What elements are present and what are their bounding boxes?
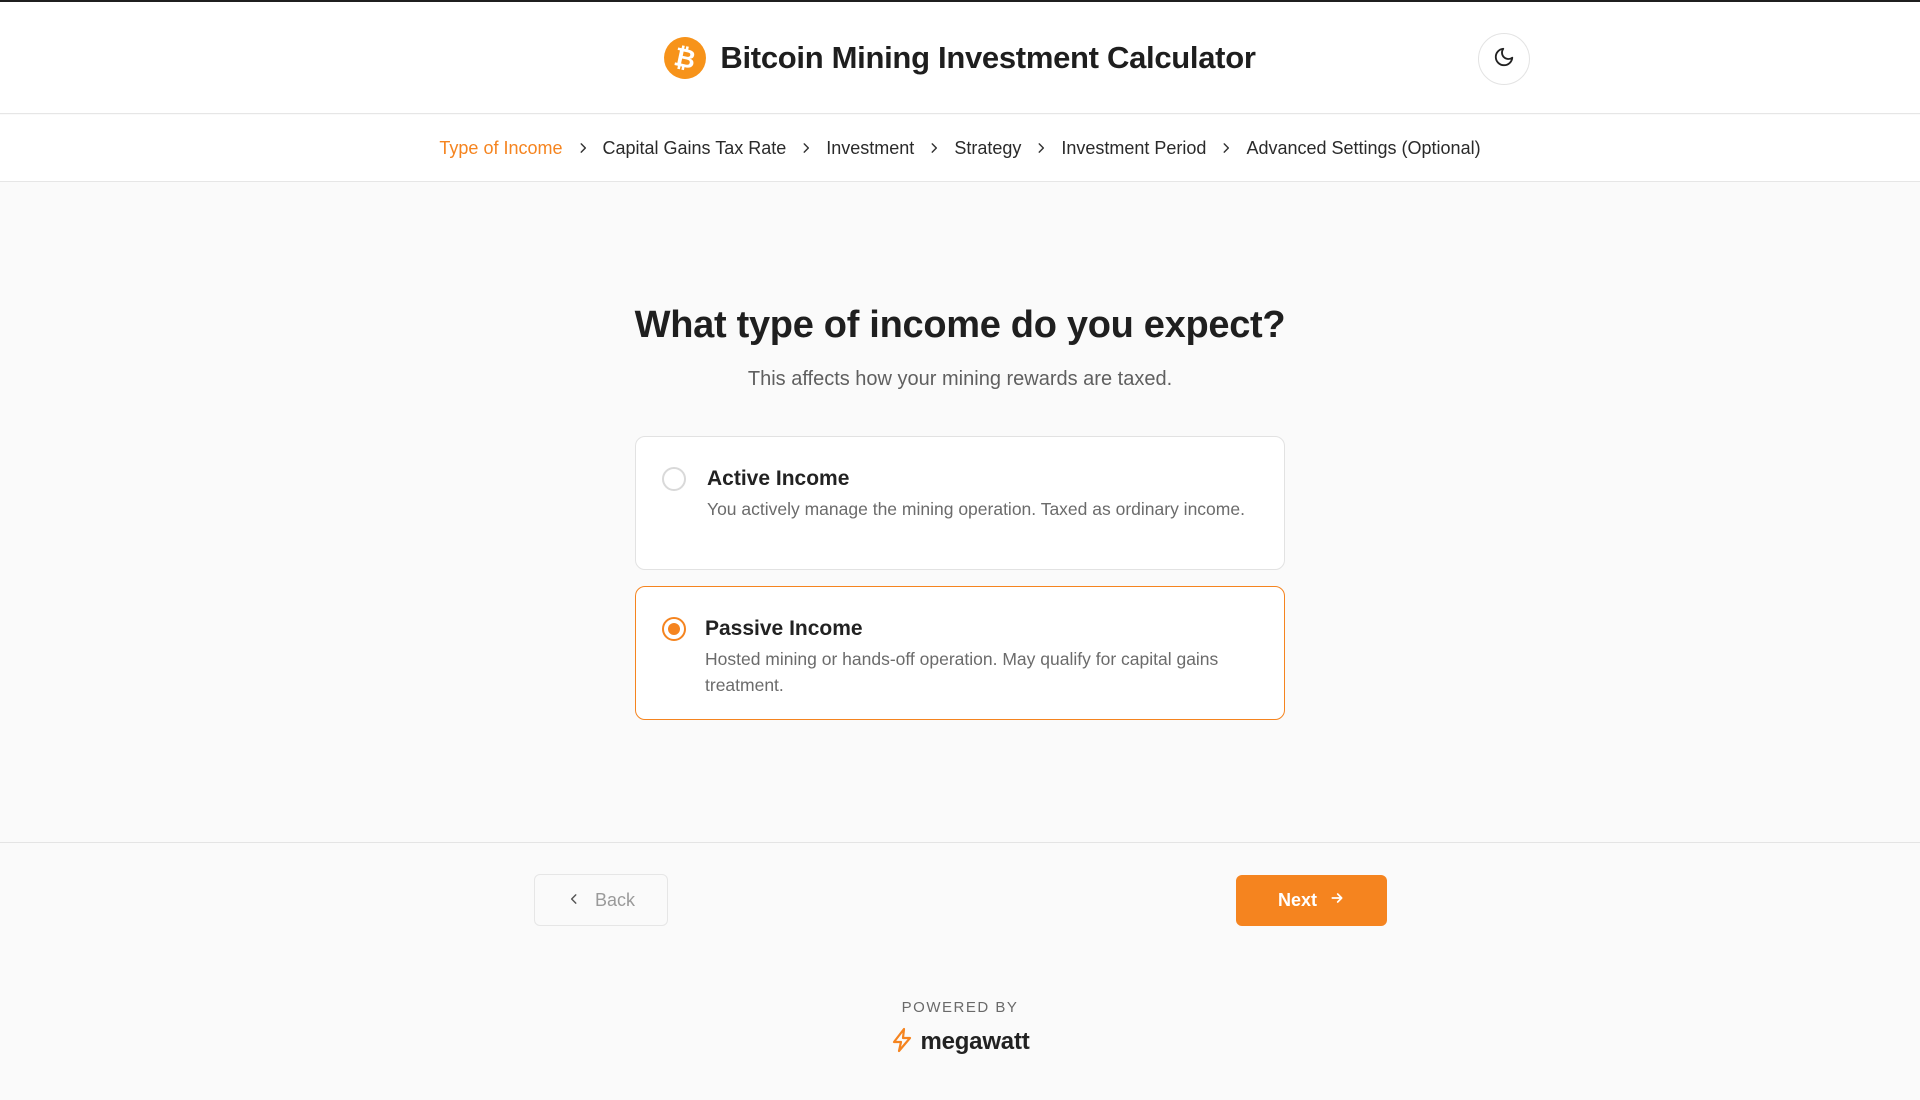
option-passive-income[interactable]: Passive Income Hosted mining or hands-of… [635,586,1285,720]
option-active-income[interactable]: Active Income You actively manage the mi… [635,436,1285,570]
chevron-right-icon [1021,141,1061,155]
chevron-right-icon [914,141,954,155]
megawatt-logo-text: megawatt [920,1028,1030,1055]
moon-icon [1493,46,1515,73]
megawatt-brand[interactable]: megawatt [0,1026,1920,1058]
step-capital-gains-tax-rate[interactable]: Capital Gains Tax Rate [603,138,787,159]
app-title: Bitcoin Mining Investment Calculator [720,40,1256,75]
brand: ₿ Bitcoin Mining Investment Calculator [0,33,1920,83]
lightning-bolt-icon [890,1027,914,1058]
back-button-label: Back [594,889,636,910]
step-investment[interactable]: Investment [826,138,914,159]
question-subtitle: This affects how your mining rewards are… [747,368,1173,390]
radio-passive-income[interactable] [662,617,686,641]
step-strategy[interactable]: Strategy [954,138,1021,159]
arrow-right-icon [1329,890,1345,911]
option-title: Active Income [707,467,850,490]
powered-by-label: POWERED BY [901,999,1019,1016]
option-description: You actively manage the mining operation… [707,499,1245,519]
back-button[interactable]: Back [534,874,668,926]
step-type-of-income[interactable]: Type of Income [439,138,562,159]
chevron-right-icon [1206,141,1246,155]
bitcoin-logo-icon: ₿ [660,33,711,83]
app-header: ₿ Bitcoin Mining Investment Calculator [0,2,1920,114]
chevron-right-icon [563,141,603,155]
option-description: Hosted mining or hands-off operation. Ma… [705,649,1219,695]
footer-divider [0,842,1920,843]
step-advanced-settings[interactable]: Advanced Settings (Optional) [1246,138,1480,159]
option-title: Passive Income [705,617,863,640]
question-heading: What type of income do you expect? [634,304,1286,346]
theme-toggle-button[interactable] [1478,33,1530,85]
next-button-label: Next [1277,890,1317,910]
step-investment-period[interactable]: Investment Period [1061,138,1206,159]
next-button[interactable]: Next [1236,875,1387,926]
steps-breadcrumb: Type of Income Capital Gains Tax Rate In… [0,115,1920,182]
chevron-right-icon [786,141,826,155]
radio-active-income[interactable] [662,467,686,491]
chevron-left-icon [567,890,581,911]
